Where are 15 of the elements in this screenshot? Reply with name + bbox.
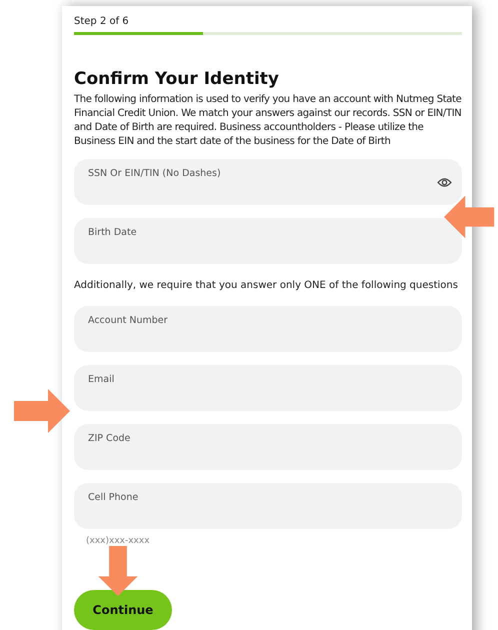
text-field[interactable]: Cell Phone: [74, 483, 462, 529]
text-field[interactable]: Birth Date: [74, 218, 462, 264]
format-hint: (xxx)xxx-xxxx: [86, 536, 151, 546]
continue-button[interactable]: Continue: [74, 590, 172, 630]
annotation-arrow: [14, 389, 70, 433]
page-title: Confirm Your Identity: [74, 69, 280, 89]
eye-icon[interactable]: [437, 177, 452, 188]
text-field[interactable]: ZIP Code: [74, 424, 462, 470]
annotation-arrow: [98, 546, 138, 596]
instruction-text: Additionally, we require that you answer only ONE of the following questions: [74, 280, 459, 291]
text-field[interactable]: Email: [74, 365, 462, 411]
text-field[interactable]: SSN Or EIN/TIN (No Dashes): [74, 159, 462, 205]
step-label: Step 2 of 6: [74, 16, 130, 27]
text-field[interactable]: Account Number: [74, 306, 462, 352]
intro-text: The following information is used to verify you have an account with Nutmeg State Financial Credit Union. We match your answers against our records. SSN or EIN/TIN and Date of Birth are required. Business accountholders - Please utilize the Business EIN and the start date of the business for the Date of Birth: [74, 93, 462, 149]
